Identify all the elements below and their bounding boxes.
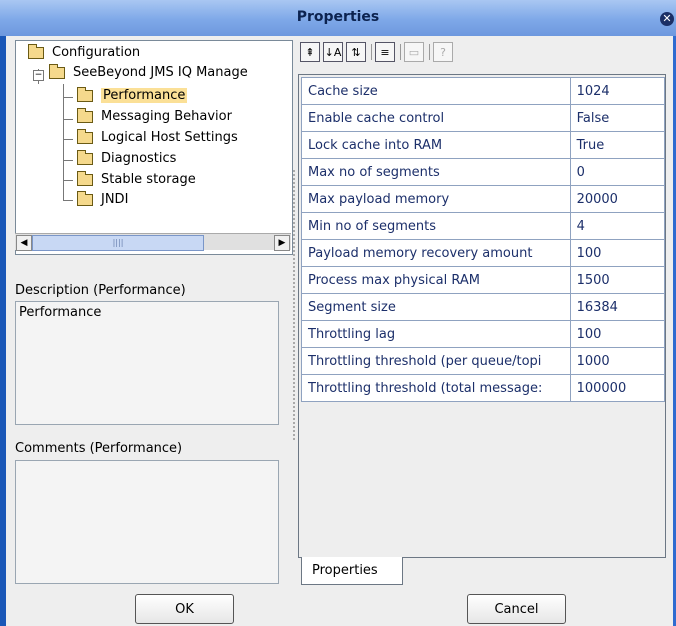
table-row[interactable]: Throttling threshold (per queue/topi 1000 — [301, 347, 666, 375]
property-name: Enable cache control — [301, 104, 571, 132]
table-row[interactable]: Lock cache into RAM True — [301, 131, 666, 159]
comments-label: Comments (Performance) — [15, 441, 183, 456]
tree-item-label: Performance — [101, 88, 188, 103]
tree-item-label: Configuration — [52, 45, 141, 60]
property-name: Max payload memory — [301, 185, 571, 213]
property-value[interactable]: 1500 — [569, 266, 666, 294]
tree-connector — [63, 97, 73, 98]
property-name: Min no of segments — [301, 212, 571, 240]
properties-dialog: Properties ✕ Configuration − SeeBeyond J… — [0, 0, 676, 626]
tree-item-server[interactable]: SeeBeyond JMS IQ Manage — [49, 63, 248, 83]
property-name: Throttling threshold (total message: — [301, 374, 571, 402]
property-name: Cache size — [301, 77, 571, 105]
tree-item-label: SeeBeyond JMS IQ Manage — [73, 65, 248, 80]
tree-item-performance[interactable]: Performance — [77, 86, 188, 106]
tree-item-configuration[interactable]: Configuration — [28, 43, 140, 63]
panel-splitter[interactable] — [293, 170, 297, 440]
expand-toggle-icon[interactable]: − — [33, 70, 44, 81]
property-name: Lock cache into RAM — [301, 131, 571, 159]
tree-item-jndi[interactable]: JNDI — [77, 190, 128, 210]
description-text[interactable]: Performance — [15, 301, 279, 425]
help-icon[interactable]: ? — [433, 42, 453, 62]
comments-textarea[interactable] — [15, 460, 279, 584]
tree-connector — [63, 139, 73, 140]
scroll-thumb[interactable]: |||| — [32, 235, 204, 251]
tree-item-label: Stable storage — [101, 172, 196, 187]
property-value[interactable]: 1024 — [569, 77, 666, 105]
dialog-title: Properties — [296, 9, 380, 25]
property-value[interactable]: 1000 — [569, 347, 666, 375]
property-value[interactable]: False — [569, 104, 666, 132]
close-icon[interactable]: ✕ — [660, 12, 674, 26]
tree-item-label: Logical Host Settings — [101, 130, 238, 145]
folder-icon — [77, 171, 93, 186]
property-value[interactable]: True — [569, 131, 666, 159]
folder-icon — [77, 191, 93, 206]
table-row[interactable]: Payload memory recovery amount 100 — [301, 239, 666, 267]
property-name: Payload memory recovery amount — [301, 239, 571, 267]
toolbar-separator — [429, 44, 430, 60]
tree-item-label: Diagnostics — [101, 151, 177, 166]
ok-button[interactable]: OK — [135, 594, 234, 624]
tree-connector — [63, 84, 64, 200]
title-bar[interactable]: Properties ✕ — [0, 0, 676, 36]
sort-alphabetical-icon[interactable]: ↓A — [323, 42, 343, 62]
window-icon[interactable]: ▭ — [404, 42, 424, 62]
cancel-button[interactable]: Cancel — [467, 594, 566, 624]
tree-connector — [63, 119, 73, 120]
property-value[interactable]: 100 — [569, 239, 666, 267]
table-row[interactable]: Max payload memory 20000 — [301, 185, 666, 213]
table-row[interactable]: Cache size 1024 — [301, 77, 666, 105]
property-name: Segment size — [301, 293, 571, 321]
table-row[interactable]: Enable cache control False — [301, 104, 666, 132]
table-row[interactable]: Min no of segments 4 — [301, 212, 666, 240]
property-name: Throttling lag — [301, 320, 571, 348]
property-value[interactable]: 0 — [569, 158, 666, 186]
tree-item-label: Messaging Behavior — [101, 109, 232, 124]
tree-connector — [63, 160, 73, 161]
folder-icon — [49, 64, 65, 79]
folder-icon — [28, 44, 44, 59]
folder-icon — [77, 87, 93, 102]
show-descriptions-icon[interactable]: ≡ — [375, 42, 395, 62]
property-name: Max no of segments — [301, 158, 571, 186]
property-value[interactable]: 100000 — [569, 374, 666, 402]
property-grid: Cache size 1024 Enable cache control False… — [298, 74, 666, 558]
toolbar-separator — [400, 44, 401, 60]
property-table: Cache size 1024 Enable cache control False… — [301, 77, 666, 402]
tree-item-messaging-behavior[interactable]: Messaging Behavior — [77, 107, 232, 127]
property-value[interactable]: 16384 — [569, 293, 666, 321]
tree-connector — [63, 180, 73, 181]
tab-properties[interactable]: Properties — [301, 557, 403, 585]
folder-icon — [77, 129, 93, 144]
table-row[interactable]: Throttling threshold (total message: 1000… — [301, 374, 666, 402]
property-name: Process max physical RAM — [301, 266, 571, 294]
folder-icon — [77, 150, 93, 165]
collapse-all-icon[interactable]: ⇞ — [300, 42, 320, 62]
tree-item-stable-storage[interactable]: Stable storage — [77, 170, 196, 190]
configuration-tree[interactable]: Configuration − SeeBeyond JMS IQ Manage … — [15, 40, 293, 255]
folder-icon — [77, 108, 93, 123]
sort-categorized-icon[interactable]: ⇅ — [346, 42, 366, 62]
toolbar-separator — [371, 44, 372, 60]
scroll-left-icon[interactable]: ◀ — [16, 235, 32, 251]
property-value[interactable]: 20000 — [569, 185, 666, 213]
table-row[interactable]: Throttling lag 100 — [301, 320, 666, 348]
tree-connector — [63, 200, 73, 201]
table-row[interactable]: Max no of segments 0 — [301, 158, 666, 186]
property-value[interactable]: 100 — [569, 320, 666, 348]
property-value[interactable]: 4 — [569, 212, 666, 240]
tree-item-label: JNDI — [101, 192, 129, 207]
tree-item-logical-host-settings[interactable]: Logical Host Settings — [77, 128, 238, 148]
tree-item-diagnostics[interactable]: Diagnostics — [77, 149, 176, 169]
description-label: Description (Performance) — [15, 283, 186, 298]
scroll-right-icon[interactable]: ▶ — [274, 235, 290, 251]
tree-horizontal-scrollbar[interactable]: ◀ |||| ▶ — [15, 233, 291, 251]
table-row[interactable]: Process max physical RAM 1500 — [301, 266, 666, 294]
property-name: Throttling threshold (per queue/topi — [301, 347, 571, 375]
table-row[interactable]: Segment size 16384 — [301, 293, 666, 321]
